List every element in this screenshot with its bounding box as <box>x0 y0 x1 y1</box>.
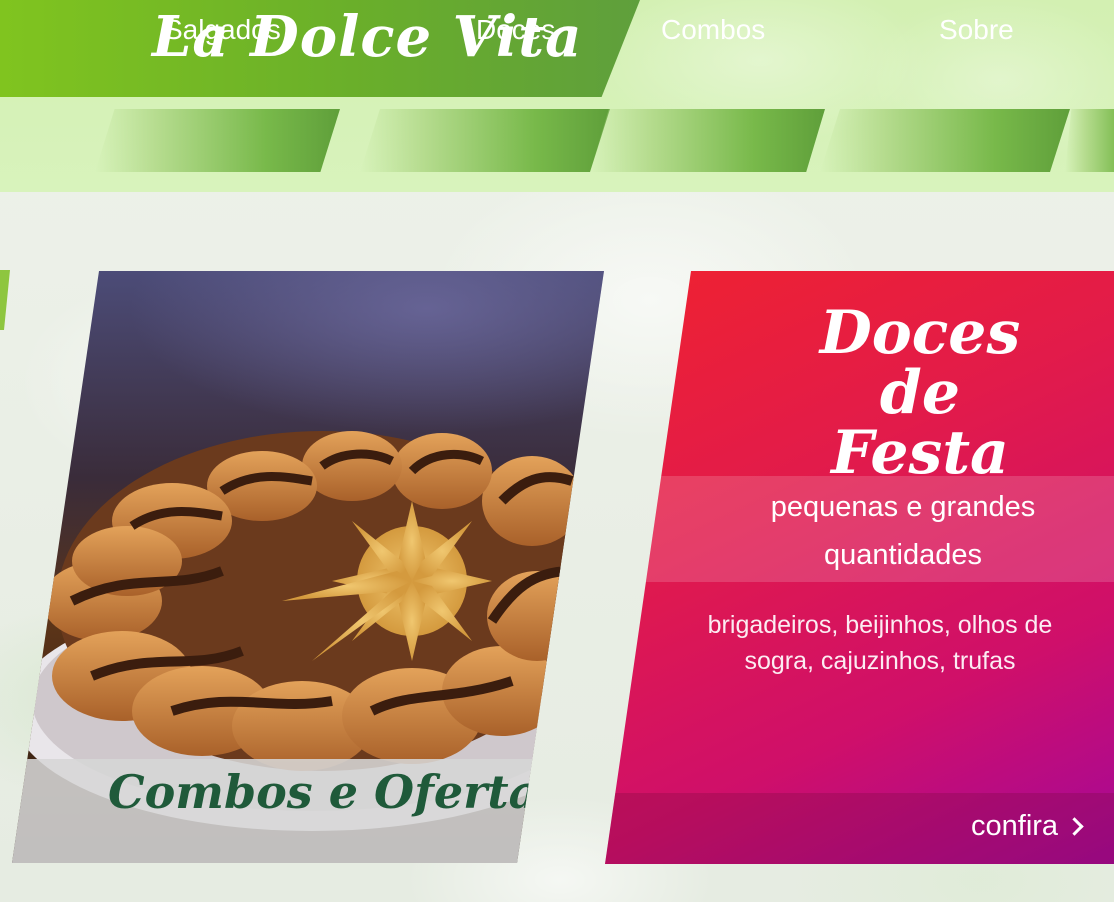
nav-item-sobre[interactable]: Sobre <box>939 0 1014 63</box>
nav-tab-salgados[interactable] <box>95 109 340 172</box>
nav-tab-overflow[interactable] <box>1065 109 1114 172</box>
combos-caption: Combos e Ofertas <box>108 765 565 819</box>
confira-link[interactable]: confira <box>971 806 1084 846</box>
nav-tab-sobre[interactable] <box>820 109 1070 172</box>
doces-de-festa-card[interactable]: Doces de Festa pequenas e grandes quanti… <box>605 271 1114 864</box>
site-header: La Dolce Vita Salgados Doces Combos Sobr… <box>0 0 1114 192</box>
chevron-right-icon <box>1065 817 1084 836</box>
confira-label: confira <box>971 810 1059 842</box>
doces-title: Doces de Festa <box>819 298 1021 488</box>
nav-item-salgados[interactable]: Salgados <box>164 0 281 63</box>
nav-item-combos[interactable]: Combos <box>661 0 765 63</box>
nav-tab-doces[interactable] <box>360 109 610 172</box>
nav-item-doces[interactable]: Doces <box>476 0 555 63</box>
combos-card[interactable]: Combos e Ofertas <box>12 271 604 863</box>
doces-subtitle: pequenas e grandes quantidades <box>770 491 1036 571</box>
nav-tab-combos[interactable] <box>590 109 825 172</box>
doces-description: brigadeiros, beijinhos, olhos de sogra, … <box>707 611 1053 675</box>
